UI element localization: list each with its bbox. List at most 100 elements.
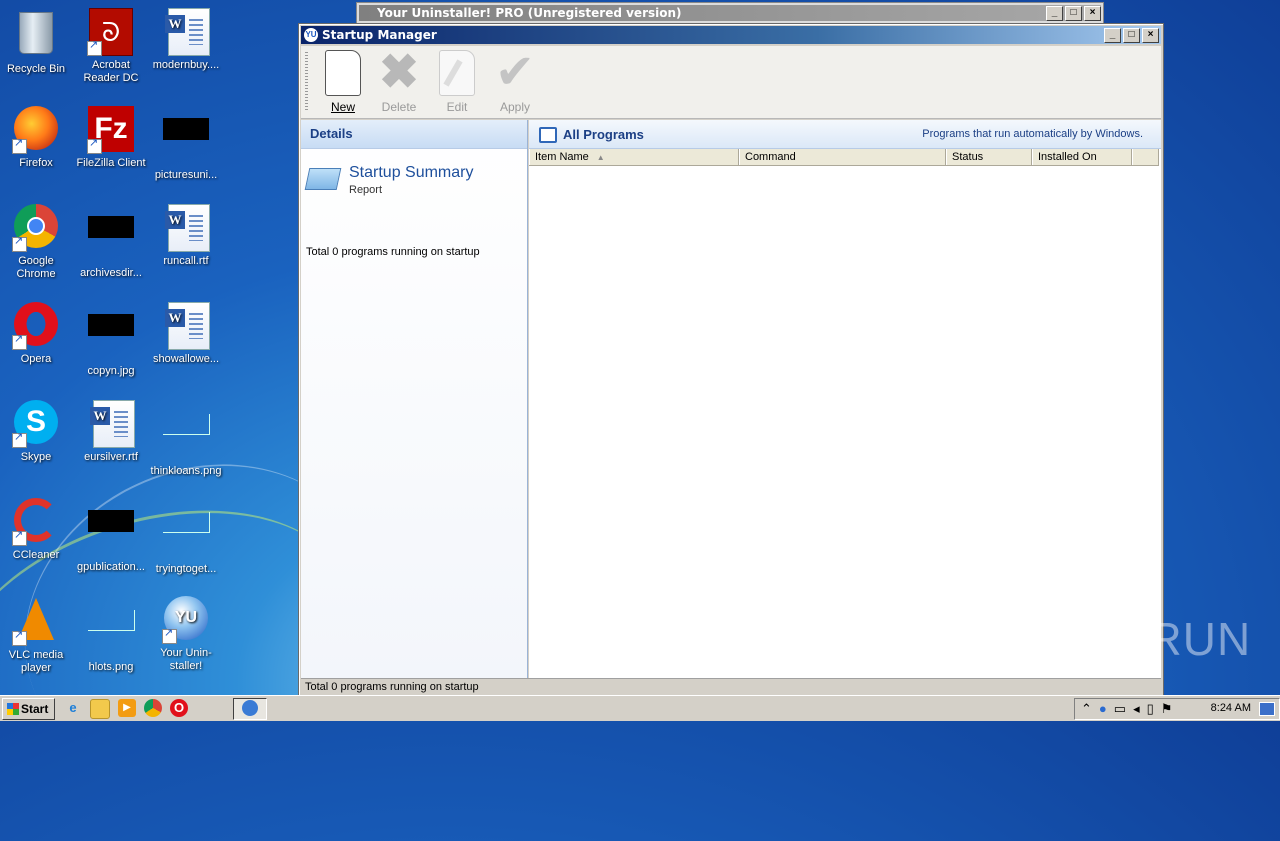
media-player-icon[interactable]: ▶: [118, 699, 136, 717]
programs-list[interactable]: [529, 166, 1159, 676]
programs-description: Programs that run automatically by Windo…: [922, 128, 1143, 140]
startup-summary-subtitle: Report: [349, 184, 383, 196]
system-tray: ⌃ ● ▭ ◂ ▯ ⚑ 8:24 AM: [1074, 698, 1280, 720]
recycle-bin-icon: [12, 12, 60, 60]
desktop-icon-firefox[interactable]: Firefox: [0, 106, 72, 170]
desktop-icon-filezilla[interactable]: Fz FileZilla Client: [75, 106, 147, 170]
filezilla-icon: Fz: [87, 106, 135, 154]
desktop-icon-label: Acrobat Reader DC: [83, 59, 139, 84]
column-header-status[interactable]: Status: [946, 149, 1032, 165]
minimize-button[interactable]: _: [1046, 6, 1063, 21]
desktop-icon-acrobat[interactable]: ᘐ Acrobat Reader DC: [75, 8, 147, 85]
word-document-icon: W: [162, 302, 210, 350]
maximize-button[interactable]: □: [1123, 28, 1140, 43]
anyrun-watermark: ANY RUN: [1038, 613, 1252, 665]
edit-button[interactable]: Edit: [429, 50, 485, 114]
column-header-row: Item Name ▲ Command Status Installed On: [529, 149, 1159, 166]
desktop-icon-your-uninstaller[interactable]: YU Your Unin-staller!: [150, 596, 222, 673]
desktop-icon-label: showallowe...: [152, 353, 220, 365]
taskbar-your-uninstaller[interactable]: [233, 698, 267, 720]
chrome-icon: [12, 204, 60, 252]
apply-button[interactable]: ✔ Apply: [487, 49, 543, 115]
column-label: Installed On: [1038, 151, 1097, 163]
programs-title: All Programs: [563, 127, 644, 142]
delete-x-icon: ✖: [378, 46, 420, 99]
vlc-icon: [12, 598, 60, 646]
column-header-item-name[interactable]: Item Name ▲: [529, 149, 739, 165]
start-button[interactable]: Start: [2, 698, 55, 720]
image-file-icon: [87, 510, 135, 558]
edit-button-label: Edit: [446, 100, 468, 114]
column-header-installed-on[interactable]: Installed On: [1032, 149, 1132, 165]
action-center-flag-icon[interactable]: ⚑: [1161, 701, 1173, 717]
desktop-icon-google-chrome[interactable]: Google Chrome: [0, 204, 72, 281]
toolbar-grip[interactable]: [305, 52, 308, 110]
desktop-icon-label: thinkloans.png: [150, 465, 222, 477]
firefox-icon: [12, 106, 60, 154]
desktop-icon-opera[interactable]: Opera: [0, 302, 72, 366]
window-list-icon: [539, 127, 557, 143]
column-header-command[interactable]: Command: [739, 149, 946, 165]
edit-pencil-icon: [439, 50, 475, 96]
column-label: Item Name: [535, 151, 589, 163]
chrome-icon[interactable]: [144, 699, 162, 717]
desktop-icon-label: picturesuni...: [154, 169, 218, 181]
desktop-icon-label: Opera: [20, 353, 52, 365]
background-window[interactable]: Your Uninstaller! PRO (Unregistered vers…: [356, 2, 1104, 24]
desktop-icon-hlots[interactable]: hlots.png: [75, 596, 147, 674]
network-icon[interactable]: ▭: [1114, 701, 1126, 717]
desktop-icon-picturesuni[interactable]: picturesuni...: [150, 106, 222, 182]
title-bar[interactable]: YU Startup Manager _ □ ×: [301, 26, 1161, 44]
details-header: Details: [301, 120, 527, 149]
desktop-icon-label: Google Chrome: [16, 255, 56, 280]
report-icon: [304, 168, 342, 190]
programs-header: All Programs Programs that run automatic…: [529, 120, 1161, 149]
skype-icon: S: [12, 400, 60, 448]
chevron-up-icon[interactable]: ⌃: [1081, 701, 1092, 717]
details-panel: Details Startup Summary Report Total 0 p…: [301, 120, 528, 678]
your-uninstaller-tray-icon[interactable]: ●: [1099, 701, 1107, 717]
desktop-icon-runcall[interactable]: W runcall.rtf: [150, 204, 222, 268]
image-file-icon: [162, 414, 210, 462]
desktop-icon-copyn[interactable]: copyn.jpg: [75, 302, 147, 378]
toolbar: New ✖ Delete Edit ✔ Apply: [301, 46, 1161, 119]
desktop-icon-recycle-bin[interactable]: Recycle Bin: [0, 8, 72, 76]
word-document-icon: W: [87, 400, 135, 448]
close-button[interactable]: ×: [1142, 28, 1159, 43]
desktop-icon-label: runcall.rtf: [163, 255, 209, 267]
internet-explorer-icon[interactable]: e: [64, 699, 82, 717]
startup-summary-title: Startup Summary: [349, 164, 474, 181]
desktop-icon-vlc[interactable]: VLC media player: [0, 596, 72, 675]
volume-icon[interactable]: ◂: [1133, 701, 1140, 717]
opera-icon: [12, 302, 60, 350]
app-icon: YU: [304, 28, 318, 42]
desktop-icon-modernbuy[interactable]: W modernbuy....: [150, 8, 222, 72]
delete-button[interactable]: ✖ Delete: [371, 46, 427, 115]
desktop-icon-ccleaner[interactable]: CCleaner: [0, 498, 72, 562]
column-label: Command: [745, 151, 796, 163]
word-document-icon: W: [162, 8, 210, 56]
desktop-icon-showallowe[interactable]: W showallowe...: [150, 302, 222, 366]
clock[interactable]: 8:24 AM: [1211, 702, 1251, 714]
startup-manager-window: YU Startup Manager _ □ × New ✖ Delete Ed…: [298, 23, 1164, 697]
desktop-icon-label: gpublication...: [77, 561, 145, 573]
maximize-button[interactable]: □: [1065, 6, 1082, 21]
apply-button-label: Apply: [499, 100, 531, 114]
acrobat-icon: ᘐ: [87, 8, 135, 56]
close-button[interactable]: ×: [1084, 6, 1101, 21]
desktop-icon-gpublication[interactable]: gpublication...: [75, 498, 147, 574]
ccleaner-icon: [12, 498, 60, 546]
desktop-icon-tryingtoget[interactable]: tryingtoget...: [150, 498, 222, 576]
minimize-button[interactable]: _: [1104, 28, 1121, 43]
desktop-icon-eursilver[interactable]: W eursilver.rtf: [75, 400, 147, 464]
file-explorer-icon[interactable]: [90, 699, 110, 719]
image-file-icon: [87, 314, 135, 362]
desktop-icon-thinkloans[interactable]: thinkloans.png: [150, 400, 222, 478]
desktop-icon-archivesdir[interactable]: archivesdir...: [75, 204, 147, 280]
opera-icon[interactable]: O: [170, 699, 188, 717]
desktop-icon-skype[interactable]: S Skype: [0, 400, 72, 464]
show-desktop-icon[interactable]: [1259, 702, 1275, 716]
battery-icon[interactable]: ▯: [1147, 701, 1154, 717]
status-bar: Total 0 programs running on startup: [301, 678, 1161, 695]
new-button[interactable]: New: [315, 50, 371, 114]
